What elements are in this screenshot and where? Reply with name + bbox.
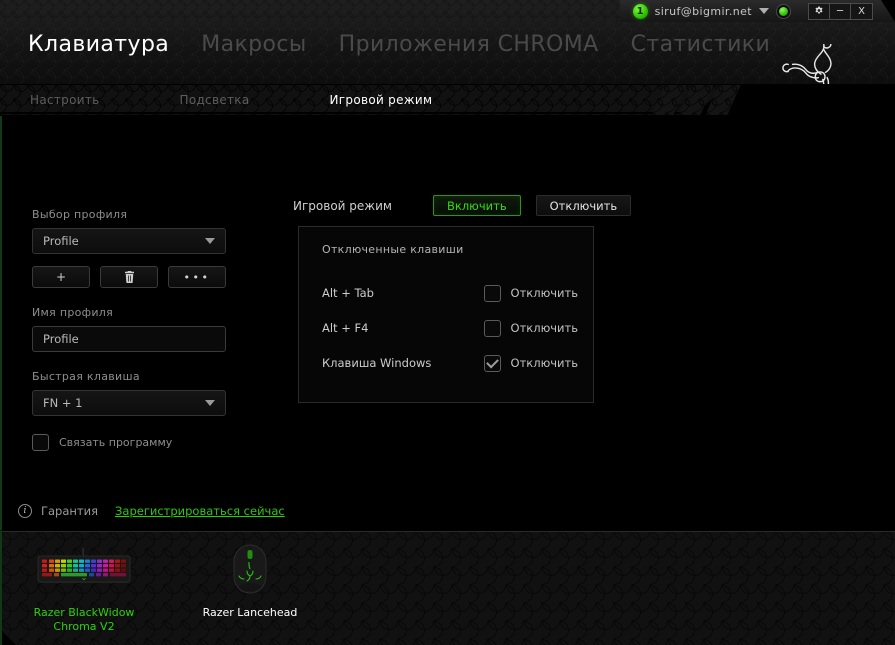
chevron-down-icon xyxy=(205,400,215,406)
online-status-icon xyxy=(776,3,791,19)
link-program-checkbox[interactable] xyxy=(32,434,49,451)
settings-button[interactable] xyxy=(809,3,830,19)
device-label: Razer BlackWidow Chroma V2 xyxy=(33,606,135,633)
corner-notch xyxy=(2,631,16,645)
tab-statistics[interactable]: Статистики xyxy=(631,32,771,57)
warranty-bar: i Гарантия Зарегистрироваться сейчас xyxy=(18,504,285,518)
disable-alt-f4-checkbox[interactable] xyxy=(483,319,501,337)
table-row: Alt + Tab Отключить xyxy=(322,280,578,306)
chevron-down-icon[interactable] xyxy=(759,8,769,14)
disable-alt-tab-label: Отключить xyxy=(510,286,578,300)
title-bar-texture xyxy=(0,0,620,22)
disabled-key-label: Alt + Tab xyxy=(322,286,374,300)
profile-select[interactable]: Profile xyxy=(32,228,226,254)
gear-icon xyxy=(815,6,823,14)
tab-chroma-apps[interactable]: Приложения CHROMA xyxy=(339,32,599,57)
device-razer-blackwidow[interactable]: Razer BlackWidow Chroma V2 xyxy=(24,541,144,634)
window-controls: ─ X xyxy=(808,2,873,20)
add-profile-button[interactable]: + xyxy=(32,266,90,288)
header: Клавиатура Макросы Приложения CHROMA Ста… xyxy=(0,22,895,106)
table-row: Alt + F4 Отключить xyxy=(322,315,578,341)
subtab-lighting[interactable]: Подсветка xyxy=(166,93,264,107)
profile-panel: Выбор профиля Profile + ••• Имя профиля … xyxy=(32,208,228,451)
device-label: Razer Lancehead xyxy=(202,606,298,619)
device-razer-lancehead[interactable]: Razer Lancehead xyxy=(190,541,310,634)
profile-select-label: Выбор профиля xyxy=(32,208,128,221)
main-tab-bar: Клавиатура Макросы Приложения CHROMA Ста… xyxy=(28,32,770,57)
hotkey-label: Быстрая клавиша xyxy=(32,370,140,383)
profile-name-label: Имя профиля xyxy=(32,306,114,319)
disable-windows-key-checkbox[interactable] xyxy=(483,354,501,372)
hotkey-value: FN + 1 xyxy=(43,396,83,410)
disabled-keys-title: Отключенные клавиши xyxy=(322,243,464,256)
disable-windows-key-label: Отключить xyxy=(510,356,578,370)
more-options-button[interactable]: ••• xyxy=(168,266,226,288)
decorative-stripes xyxy=(651,85,741,115)
register-now-link[interactable]: Зарегистрироваться сейчас xyxy=(115,504,285,518)
link-program-label: Связать программу xyxy=(59,436,173,449)
subtab-customize[interactable]: Настроить xyxy=(16,93,114,107)
minimize-button[interactable]: ─ xyxy=(830,3,851,19)
gaming-mode-disable-button[interactable]: Отключить xyxy=(535,195,632,216)
title-bar: 1 siruf@bigmir.net ─ X xyxy=(0,0,895,22)
notification-badge[interactable]: 1 xyxy=(632,3,648,19)
gaming-mode-title: Игровой режим xyxy=(293,198,392,213)
chevron-down-icon xyxy=(205,238,215,244)
close-button[interactable]: X xyxy=(851,4,872,19)
disabled-keys-panel: Отключенные клавиши Alt + Tab Отключить … xyxy=(298,226,594,403)
sub-tab-bar: Настроить Подсветка Игровой режим xyxy=(0,84,895,115)
keyboard-icon xyxy=(34,541,134,597)
profile-name-input[interactable]: Profile xyxy=(32,326,226,352)
subtab-gaming-mode[interactable]: Игровой режим xyxy=(316,93,447,107)
profile-select-value: Profile xyxy=(43,234,79,248)
profile-button-row: + ••• xyxy=(32,266,228,288)
delete-profile-button[interactable] xyxy=(100,266,158,288)
razer-synapse-window: 1 siruf@bigmir.net ─ X Клавиатура Макрос… xyxy=(0,0,895,645)
content-area: Выбор профиля Profile + ••• Имя профиля … xyxy=(0,116,895,530)
warranty-label: Гарантия xyxy=(41,504,99,518)
disable-alt-f4-label: Отключить xyxy=(510,321,578,335)
disabled-key-label: Alt + F4 xyxy=(322,321,369,335)
tab-macros[interactable]: Макросы xyxy=(201,32,306,57)
tab-keyboard[interactable]: Клавиатура xyxy=(28,32,169,57)
account-email[interactable]: siruf@bigmir.net xyxy=(655,5,752,18)
gaming-mode-enable-button[interactable]: Включить xyxy=(433,195,521,216)
table-row: Клавиша Windows Отключить xyxy=(322,350,578,376)
disable-alt-tab-checkbox[interactable] xyxy=(483,284,501,302)
gaming-mode-header: Игровой режим Включить Отключить xyxy=(293,195,632,216)
trash-icon xyxy=(124,271,134,283)
device-dock: Razer BlackWidow Chroma V2 Razer Lancehe… xyxy=(0,530,895,645)
mouse-icon xyxy=(228,541,272,597)
info-icon: i xyxy=(18,504,32,518)
link-program-row[interactable]: Связать программу xyxy=(32,434,228,451)
disabled-key-label: Клавиша Windows xyxy=(322,356,432,370)
hotkey-select[interactable]: FN + 1 xyxy=(32,390,226,416)
